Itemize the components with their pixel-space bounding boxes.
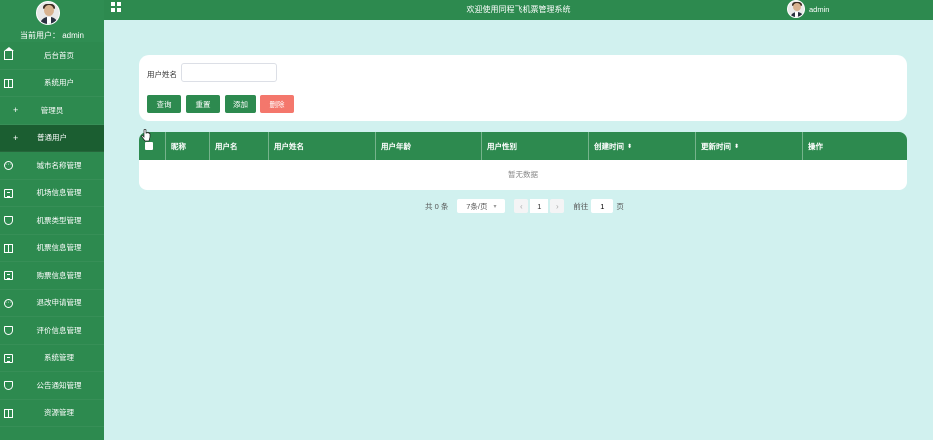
column-label: 昵称	[171, 141, 186, 151]
sidebar-item[interactable]: + 普通用户	[0, 124, 104, 152]
sidebar-item-label: 普通用户	[37, 133, 67, 143]
avatar	[36, 1, 60, 25]
sidebar-item[interactable]: + 管理员	[0, 97, 104, 125]
goto-label: 前往	[573, 201, 589, 211]
table-column-header: 昵称	[166, 132, 210, 160]
avatar	[787, 0, 805, 18]
add-button[interactable]: 添加	[225, 95, 256, 113]
sidebar-item-label: 购票信息管理	[36, 270, 82, 280]
sidebar-item[interactable]: 后台首页	[0, 42, 104, 70]
table-column-header: 用户性别	[482, 132, 589, 160]
sidebar-user-panel: 当前用户： admin	[0, 0, 104, 42]
header-username: admin	[809, 4, 830, 14]
sidebar-item[interactable]: 退改申请管理	[0, 290, 104, 317]
page-size-value: 7条/页	[466, 201, 488, 211]
table-column-header: 用户年龄	[376, 132, 482, 160]
sidebar-menu: 后台首页系统用户 +管理员+普通用户城市名称管理机场信息管理机票类型管理机票信息管…	[0, 42, 104, 427]
sidebar-item[interactable]: 机票类型管理	[0, 207, 104, 235]
table-header: 昵称 用户名 用户姓名 用户年龄 用户性别 创建时间 ⬍ 更新时间 ⬍ 操作	[139, 132, 907, 160]
empty-state: 暂无数据	[508, 170, 538, 179]
column-label: 创建时间	[594, 141, 624, 151]
goto-page-input[interactable]	[591, 199, 614, 213]
prev-page-button[interactable]: ‹	[514, 199, 529, 213]
sidebar-item-label: 机场信息管理	[36, 188, 82, 198]
sort-icon[interactable]: ⬍	[734, 143, 739, 150]
page-size-select[interactable]: 7条/页 ▾	[457, 199, 506, 213]
chevron-right-icon: ›	[556, 201, 559, 211]
sidebar-item[interactable]: 机票信息管理	[0, 235, 104, 262]
current-page[interactable]: 1	[530, 199, 549, 213]
sidebar: 当前用户： admin 后台首页系统用户 +管理员+普通用户城市名称管理机场信息管…	[0, 0, 104, 440]
column-label: 操作	[808, 141, 823, 151]
chevron-left-icon: ‹	[520, 201, 523, 211]
select-all-checkbox[interactable]	[145, 142, 153, 150]
column-label: 更新时间	[701, 141, 731, 151]
sidebar-item[interactable]: 系统用户	[0, 70, 104, 97]
sidebar-item-label: 系统管理	[44, 353, 74, 363]
sidebar-item-label: 资源管理	[44, 408, 74, 418]
sidebar-item[interactable]: 机场信息管理	[0, 180, 104, 207]
pagination: 共 0 条 7条/页 ▾ ‹ 1 › 前往 页	[425, 199, 624, 213]
table-column-header: 操作	[803, 132, 907, 160]
header-user-menu[interactable]: admin	[787, 0, 829, 18]
table-column-header[interactable]: 创建时间 ⬍	[589, 132, 696, 160]
data-table: 昵称 用户名 用户姓名 用户年龄 用户性别 创建时间 ⬍ 更新时间 ⬍ 操作 暂无数据	[139, 132, 907, 190]
current-user-label: 当前用户： admin	[19, 31, 84, 40]
delete-button[interactable]: 删除	[260, 95, 294, 113]
sidebar-item-label: 机票类型管理	[36, 215, 82, 225]
query-button[interactable]: 查询	[147, 95, 181, 113]
column-label: 用户姓名	[274, 141, 304, 151]
sidebar-item-label: 系统用户	[44, 78, 74, 88]
total-count: 共 0 条	[425, 201, 449, 211]
sidebar-item[interactable]: 资源管理	[0, 400, 104, 427]
sidebar-item[interactable]: 评价信息管理	[0, 317, 104, 345]
table-column-header: 用户名	[210, 132, 269, 160]
reset-button[interactable]: 重置	[186, 95, 220, 113]
sort-icon[interactable]: ⬍	[627, 143, 632, 150]
sidebar-item[interactable]: 公告通知管理	[0, 372, 104, 400]
table-column-header: 用户姓名	[269, 132, 376, 160]
search-panel: 用户姓名 查询 重置 添加 删除	[139, 55, 907, 121]
sidebar-item-label: 城市名称管理	[36, 160, 82, 170]
sidebar-item-label: 后台首页	[44, 50, 74, 60]
next-page-button[interactable]: ›	[550, 199, 565, 213]
sidebar-item-label: 退改申请管理	[36, 298, 82, 308]
search-label: 用户姓名	[147, 70, 177, 79]
chevron-down-icon: ▾	[493, 203, 497, 210]
goto-suffix: 页	[616, 201, 624, 211]
sidebar-item-label: 机票信息管理	[36, 243, 82, 253]
mouse-cursor-icon	[141, 129, 151, 142]
sidebar-item[interactable]: 系统管理	[0, 345, 104, 372]
sidebar-item-label: 评价信息管理	[36, 325, 82, 335]
search-input[interactable]	[181, 63, 277, 82]
sidebar-item-label: 公告通知管理	[36, 380, 82, 390]
column-label: 用户年龄	[381, 141, 411, 151]
sidebar-item[interactable]: 购票信息管理	[0, 262, 104, 290]
column-label: 用户名	[215, 141, 238, 151]
top-header: 欢迎使用同程飞机票管理系统 admin	[104, 0, 933, 20]
sidebar-item[interactable]: 城市名称管理	[0, 152, 104, 180]
column-label: 用户性别	[487, 141, 517, 151]
sidebar-item-label: 管理员	[40, 105, 64, 115]
table-column-header[interactable]: 更新时间 ⬍	[696, 132, 803, 160]
